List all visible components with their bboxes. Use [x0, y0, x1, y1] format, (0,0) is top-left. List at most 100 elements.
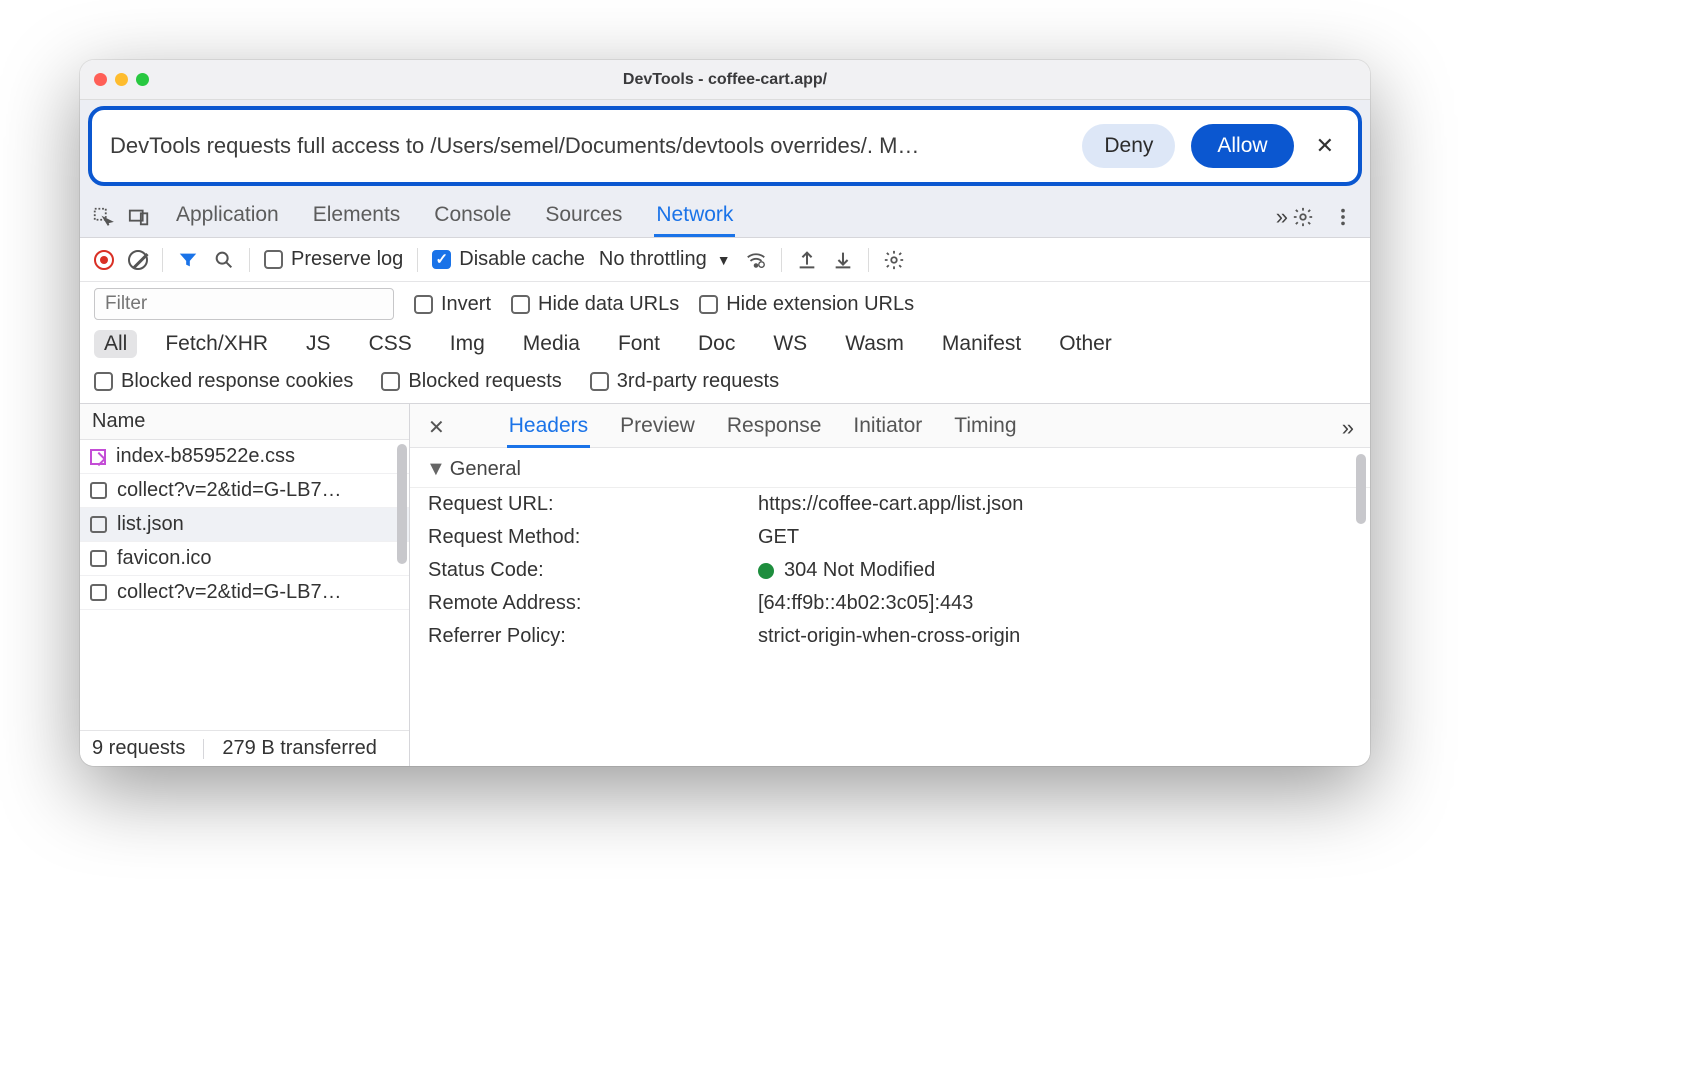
detail-tab-initiator[interactable]: Initiator [851, 408, 924, 448]
header-value-text: https://coffee-cart.app/list.json [758, 493, 1023, 516]
request-row[interactable]: index-b859522e.css [80, 440, 409, 474]
tab-application[interactable]: Application [174, 197, 281, 237]
header-row: Request Method:GET [410, 521, 1370, 554]
preserve-log-label: Preserve log [291, 248, 403, 271]
tab-console[interactable]: Console [432, 197, 513, 237]
checkbox-icon [699, 295, 718, 314]
window-title: DevTools - coffee-cart.app/ [80, 71, 1370, 89]
blocked-filters-row: Blocked response cookies Blocked request… [80, 364, 1370, 404]
checkbox-icon [90, 482, 107, 499]
request-row[interactable]: favicon.ico [80, 542, 409, 576]
request-row[interactable]: collect?v=2&tid=G-LB7… [80, 474, 409, 508]
throttling-select[interactable]: No throttling ▼ [599, 248, 731, 271]
request-name: favicon.ico [117, 547, 212, 570]
type-filter-wasm[interactable]: Wasm [835, 330, 914, 358]
blocked-requests-toggle[interactable]: Blocked requests [381, 370, 561, 393]
type-filter-other[interactable]: Other [1049, 330, 1122, 358]
window-controls [94, 73, 149, 86]
detail-tab-preview[interactable]: Preview [618, 408, 697, 448]
close-window[interactable] [94, 73, 107, 86]
header-row: Request URL:https://coffee-cart.app/list… [410, 488, 1370, 521]
disable-cache-toggle[interactable]: Disable cache [432, 248, 585, 271]
header-key: Remote Address: [428, 592, 758, 615]
inspect-element-icon[interactable] [92, 206, 114, 228]
disable-cache-label: Disable cache [459, 248, 585, 271]
import-har-icon[interactable] [832, 249, 854, 271]
requests-list: index-b859522e.css collect?v=2&tid=G-LB7…… [80, 440, 409, 730]
settings-gear-icon[interactable] [1292, 206, 1314, 228]
permission-banner-wrap: DevTools requests full access to /Users/… [80, 100, 1370, 192]
detail-tab-response[interactable]: Response [725, 408, 824, 448]
header-value-text: 304 Not Modified [784, 559, 935, 582]
preserve-log-toggle[interactable]: Preserve log [264, 248, 403, 271]
invert-toggle[interactable]: Invert [414, 293, 491, 316]
type-filter-font[interactable]: Font [608, 330, 670, 358]
clear-button[interactable] [128, 250, 148, 270]
hide-data-urls-toggle[interactable]: Hide data URLs [511, 293, 679, 316]
type-filter-css[interactable]: CSS [359, 330, 422, 358]
allow-button[interactable]: Allow [1191, 124, 1293, 168]
header-row: Remote Address:[64:ff9b::4b02:3c05]:443 [410, 587, 1370, 620]
separator [162, 248, 163, 272]
resource-type-filters: All Fetch/XHR JS CSS Img Media Font Doc WS Wasm Ma… [80, 326, 1370, 364]
network-settings-gear-icon[interactable] [883, 249, 905, 271]
separator [868, 248, 869, 272]
third-party-toggle[interactable]: 3rd-party requests [590, 370, 779, 393]
type-filter-doc[interactable]: Doc [688, 330, 745, 358]
request-name: index-b859522e.css [116, 445, 295, 468]
request-name: collect?v=2&tid=G-LB7… [117, 479, 342, 502]
network-conditions-icon[interactable] [745, 249, 767, 271]
checkbox-icon [432, 250, 451, 269]
filter-toggle-icon[interactable] [177, 249, 199, 271]
device-toolbar-icon[interactable] [128, 206, 150, 228]
headers-section: ▼General Request URL:https://coffee-cart… [410, 448, 1370, 766]
type-filter-all[interactable]: All [94, 330, 137, 358]
detail-tab-timing[interactable]: Timing [952, 408, 1018, 448]
filter-input[interactable] [94, 288, 394, 320]
type-filter-ws[interactable]: WS [763, 330, 817, 358]
more-detail-tabs-icon[interactable]: » [1342, 415, 1354, 441]
type-filter-img[interactable]: Img [440, 330, 495, 358]
deny-button[interactable]: Deny [1082, 124, 1175, 168]
search-icon[interactable] [213, 249, 235, 271]
minimize-window[interactable] [115, 73, 128, 86]
request-row[interactable]: collect?v=2&tid=G-LB7… [80, 576, 409, 610]
export-har-icon[interactable] [796, 249, 818, 271]
hide-extension-urls-label: Hide extension URLs [726, 293, 914, 316]
header-row: Referrer Policy:strict-origin-when-cross… [410, 620, 1370, 653]
type-filter-fetchxhr[interactable]: Fetch/XHR [155, 330, 278, 358]
checkbox-icon [90, 516, 107, 533]
requests-pane: Name index-b859522e.css collect?v=2&tid=G… [80, 404, 410, 766]
record-button[interactable] [94, 250, 114, 270]
tab-elements[interactable]: Elements [311, 197, 403, 237]
close-detail-icon[interactable]: ✕ [422, 413, 451, 442]
status-dot-icon [758, 563, 774, 579]
checkbox-icon [381, 372, 400, 391]
checkbox-icon [414, 295, 433, 314]
detail-tab-headers[interactable]: Headers [507, 408, 590, 448]
header-value: [64:ff9b::4b02:3c05]:443 [758, 592, 1352, 615]
disclosure-triangle-icon: ▼ [426, 458, 446, 480]
request-row[interactable]: list.json [80, 508, 409, 542]
checkbox-icon [90, 584, 107, 601]
invert-label: Invert [441, 293, 491, 316]
kebab-menu-icon[interactable] [1332, 206, 1354, 228]
type-filter-js[interactable]: JS [296, 330, 341, 358]
type-filter-media[interactable]: Media [513, 330, 590, 358]
tab-sources[interactable]: Sources [543, 197, 624, 237]
zoom-window[interactable] [136, 73, 149, 86]
panel-tabs-row: Application Elements Console Sources Network… [80, 192, 1370, 238]
scrollbar-thumb[interactable] [1356, 454, 1366, 524]
more-tabs-icon[interactable]: » [1276, 204, 1288, 230]
request-name: collect?v=2&tid=G-LB7… [117, 581, 342, 604]
tab-network[interactable]: Network [654, 197, 735, 237]
close-banner-icon[interactable]: ✕ [1310, 133, 1340, 159]
hide-extension-urls-toggle[interactable]: Hide extension URLs [699, 293, 914, 316]
checkbox-icon [90, 550, 107, 567]
type-filter-manifest[interactable]: Manifest [932, 330, 1031, 358]
general-group-header[interactable]: ▼General [410, 452, 1370, 488]
blocked-cookies-toggle[interactable]: Blocked response cookies [94, 370, 353, 393]
scrollbar-thumb[interactable] [397, 444, 407, 564]
requests-header[interactable]: Name [80, 404, 409, 440]
header-value-text: [64:ff9b::4b02:3c05]:443 [758, 592, 973, 615]
